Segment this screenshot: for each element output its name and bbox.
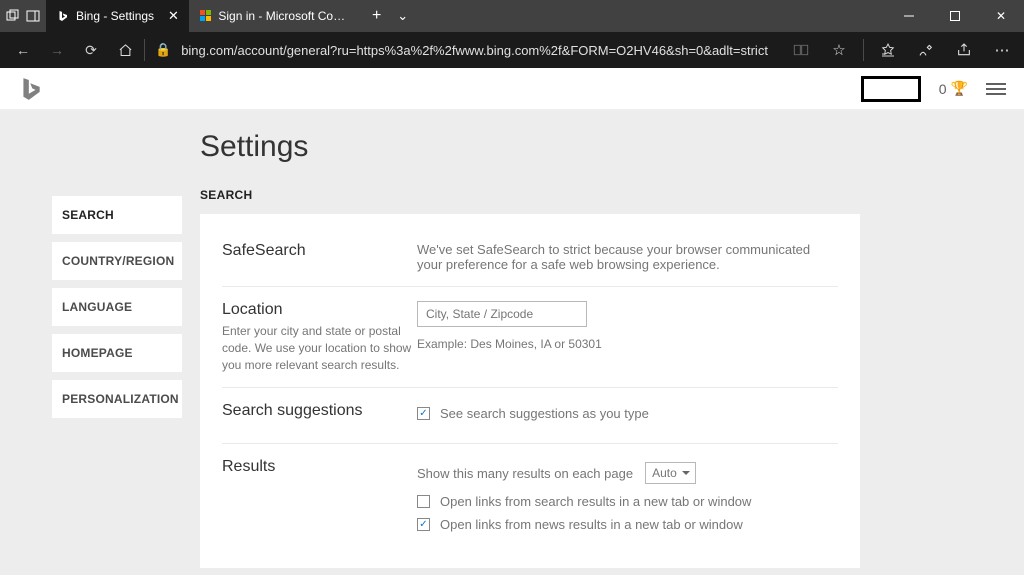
suggestions-label: See search suggestions as you type	[440, 406, 649, 421]
bing-favicon	[56, 9, 70, 23]
settings-sidebar: SEARCH COUNTRY/REGION LANGUAGE HOMEPAGE …	[52, 196, 182, 418]
sidebar-item-country[interactable]: COUNTRY/REGION	[52, 242, 182, 280]
section-label-search: SEARCH	[200, 188, 860, 202]
window-titlebar: Bing - Settings ✕ Sign in - Microsoft Co…	[0, 0, 1024, 32]
favorite-star-icon[interactable]: ☆	[823, 32, 855, 68]
newtab-search-label: Open links from search results in a new …	[440, 494, 751, 509]
minimize-button[interactable]	[886, 0, 932, 32]
location-example: Example: Des Moines, IA or 50301	[417, 337, 838, 351]
results-row: Results Show this many results on each p…	[222, 444, 838, 554]
bing-logo[interactable]	[18, 76, 44, 102]
tab-overview-icon[interactable]	[6, 9, 20, 23]
tab-aside-icon[interactable]	[26, 9, 40, 23]
back-button[interactable]: ←	[6, 32, 40, 68]
signin-box[interactable]	[861, 76, 921, 102]
notes-icon[interactable]	[910, 32, 942, 68]
checkbox-icon	[417, 495, 430, 508]
newtab-news-label: Open links from news results in a new ta…	[440, 517, 743, 532]
home-button[interactable]	[108, 32, 142, 68]
page-header: 0 🏆	[0, 68, 1024, 110]
browser-tab[interactable]: Sign in - Microsoft Commu	[189, 0, 364, 32]
browser-toolbar: ← → ⟳ 🔒 bing.com/account/general?ru=http…	[0, 32, 1024, 68]
safesearch-body: We've set SafeSearch to strict because y…	[417, 242, 838, 272]
browser-tab-active[interactable]: Bing - Settings ✕	[46, 0, 189, 32]
suggestions-checkbox[interactable]: See search suggestions as you type	[417, 406, 838, 421]
reading-view-icon[interactable]	[785, 32, 817, 68]
safesearch-heading: SafeSearch	[222, 242, 417, 260]
suggestions-heading: Search suggestions	[222, 402, 417, 420]
location-row: Location Enter your city and state or po…	[222, 287, 838, 388]
checkbox-icon	[417, 407, 430, 420]
content-area: SEARCH COUNTRY/REGION LANGUAGE HOMEPAGE …	[0, 110, 1024, 575]
location-heading: Location	[222, 301, 417, 319]
location-desc: Enter your city and state or postal code…	[222, 323, 417, 373]
results-perpage-label: Show this many results on each page	[417, 466, 633, 481]
results-perpage-select[interactable]: Auto	[645, 462, 696, 484]
tab-title: Sign in - Microsoft Commu	[218, 9, 354, 23]
tabs-chevron-icon[interactable]: ⌄	[389, 8, 416, 24]
sidebar-item-personalization[interactable]: PERSONALIZATION	[52, 380, 182, 418]
sidebar-item-language[interactable]: LANGUAGE	[52, 288, 182, 326]
rewards-medal-icon[interactable]: 🏆	[951, 80, 968, 97]
share-icon[interactable]	[948, 32, 980, 68]
rewards-points[interactable]: 0	[939, 81, 947, 97]
favorites-list-icon[interactable]	[872, 32, 904, 68]
address-bar[interactable]: 🔒 bing.com/account/general?ru=https%3a%2…	[147, 42, 785, 58]
newtab-news-checkbox[interactable]: Open links from news results in a new ta…	[417, 517, 838, 532]
page-title: Settings	[200, 130, 860, 164]
close-window-button[interactable]: ✕	[978, 0, 1024, 32]
maximize-button[interactable]	[932, 0, 978, 32]
close-tab-icon[interactable]: ✕	[168, 8, 179, 24]
newtab-search-checkbox[interactable]: Open links from search results in a new …	[417, 494, 838, 509]
location-input[interactable]	[417, 301, 587, 327]
new-tab-button[interactable]: +	[364, 7, 389, 25]
window-system-icons	[0, 9, 46, 23]
url-text: bing.com/account/general?ru=https%3a%2f%…	[181, 43, 768, 58]
forward-button[interactable]: →	[40, 32, 74, 68]
sidebar-item-homepage[interactable]: HOMEPAGE	[52, 334, 182, 372]
sidebar-item-search[interactable]: SEARCH	[52, 196, 182, 234]
more-icon[interactable]: ⋯	[986, 32, 1018, 68]
tab-title: Bing - Settings	[76, 9, 154, 23]
suggestions-row: Search suggestions See search suggestion…	[222, 388, 838, 444]
ms-favicon	[199, 9, 212, 23]
safesearch-row: SafeSearch We've set SafeSearch to stric…	[222, 228, 838, 287]
search-panel: SafeSearch We've set SafeSearch to stric…	[200, 214, 860, 568]
results-heading: Results	[222, 458, 417, 476]
checkbox-icon	[417, 518, 430, 531]
lock-icon: 🔒	[155, 42, 171, 58]
hamburger-menu[interactable]	[986, 80, 1006, 98]
refresh-button[interactable]: ⟳	[74, 32, 108, 68]
